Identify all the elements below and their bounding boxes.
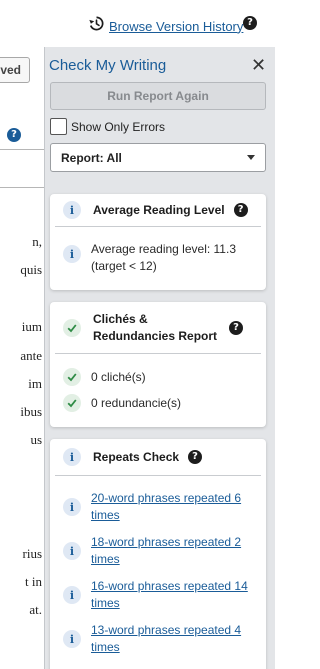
- list-item: 0 cliché(s): [50, 368, 266, 386]
- cliches-card: Clichés & Redundancies Report ? 0 cliché…: [50, 302, 266, 427]
- show-only-errors-checkbox[interactable]: [50, 118, 67, 135]
- check-circle-icon: [63, 394, 81, 412]
- saved-status-button[interactable]: ved: [0, 57, 30, 83]
- info-icon: i: [63, 498, 81, 516]
- editor-area: ved ? n, quis ium ante im ibus us rius t…: [0, 47, 44, 669]
- history-icon: [88, 15, 105, 37]
- editor-text-fragment[interactable]: ium: [22, 319, 42, 335]
- editor-text-fragment[interactable]: rius: [23, 546, 43, 562]
- list-item: 0 redundancie(s): [50, 394, 266, 412]
- check-circle-icon: [63, 318, 81, 337]
- top-bar: Browse Version History ?: [0, 0, 275, 47]
- check-my-writing-panel: Check My Writing ✕ Run Report Again Show…: [44, 47, 275, 669]
- info-icon: i: [63, 586, 81, 604]
- editor-text-fragment[interactable]: t in: [25, 574, 42, 590]
- show-only-errors-label: Show Only Errors: [71, 119, 166, 134]
- reading-level-card: i Average Reading Level ? i Average read…: [50, 194, 266, 290]
- editor-text-fragment[interactable]: at.: [29, 602, 42, 618]
- editor-text-fragment[interactable]: ibus: [20, 404, 42, 420]
- report-select-value: Report: All: [61, 150, 122, 165]
- repeat-link[interactable]: 13-word phrases repeated 4 times: [91, 622, 253, 656]
- browse-version-history-link[interactable]: Browse Version History: [109, 19, 243, 34]
- show-only-errors-toggle[interactable]: Show Only Errors: [50, 118, 165, 135]
- run-report-again-button[interactable]: Run Report Again: [50, 82, 266, 110]
- repeat-link[interactable]: 16-word phrases repeated 14 times: [91, 578, 253, 612]
- check-circle-icon: [63, 368, 81, 386]
- list-item: i 16-word phrases repeated 14 times: [50, 578, 266, 612]
- card-title: Repeats Check: [93, 449, 180, 464]
- help-icon[interactable]: ?: [233, 203, 248, 217]
- info-icon: i: [63, 201, 81, 219]
- card-header: i Repeats Check ?: [55, 439, 261, 476]
- panel-title: Check My Writing: [49, 57, 167, 74]
- editor-divider: [0, 187, 44, 188]
- editor-text-fragment[interactable]: ante: [20, 348, 42, 364]
- close-icon[interactable]: ✕: [251, 56, 266, 74]
- repeats-card: i Repeats Check ? i 20-word phrases repe…: [50, 439, 266, 669]
- card-title: Clichés & Redundancies Report: [93, 311, 218, 343]
- repeat-link[interactable]: 20-word phrases repeated 6 times: [91, 490, 253, 524]
- editor-text-fragment[interactable]: quis: [20, 262, 42, 278]
- chevron-down-icon: [247, 155, 255, 160]
- info-icon: i: [63, 245, 81, 263]
- list-item: i 18-word phrases repeated 2 times: [50, 534, 266, 568]
- card-title: Average Reading Level: [93, 202, 225, 217]
- list-item: i Average reading level: 11.3 (target < …: [50, 241, 266, 275]
- editor-divider: [0, 149, 44, 150]
- redundancy-count: 0 redundancie(s): [91, 395, 182, 410]
- help-icon[interactable]: ?: [229, 320, 243, 335]
- info-icon: i: [63, 542, 81, 560]
- cliche-count: 0 cliché(s): [91, 369, 146, 384]
- editor-text-fragment[interactable]: n,: [32, 234, 42, 250]
- report-select[interactable]: Report: All: [50, 143, 266, 172]
- help-icon[interactable]: ?: [243, 16, 257, 30]
- list-item: i 13-word phrases repeated 4 times: [50, 622, 266, 656]
- browse-version-history[interactable]: Browse Version History: [88, 15, 243, 37]
- info-icon: i: [63, 630, 81, 648]
- info-icon: i: [63, 448, 81, 466]
- editor-help-icon[interactable]: ?: [7, 128, 21, 142]
- list-item: i 20-word phrases repeated 6 times: [50, 490, 266, 524]
- card-header: i Average Reading Level ?: [55, 194, 261, 227]
- reading-level-text: Average reading level: 11.3 (target < 12…: [91, 242, 236, 273]
- repeat-link[interactable]: 18-word phrases repeated 2 times: [91, 534, 253, 568]
- card-header: Clichés & Redundancies Report ?: [55, 302, 261, 354]
- editor-text-fragment[interactable]: us: [30, 432, 42, 448]
- editor-text-fragment[interactable]: im: [28, 376, 42, 392]
- help-icon[interactable]: ?: [188, 450, 203, 464]
